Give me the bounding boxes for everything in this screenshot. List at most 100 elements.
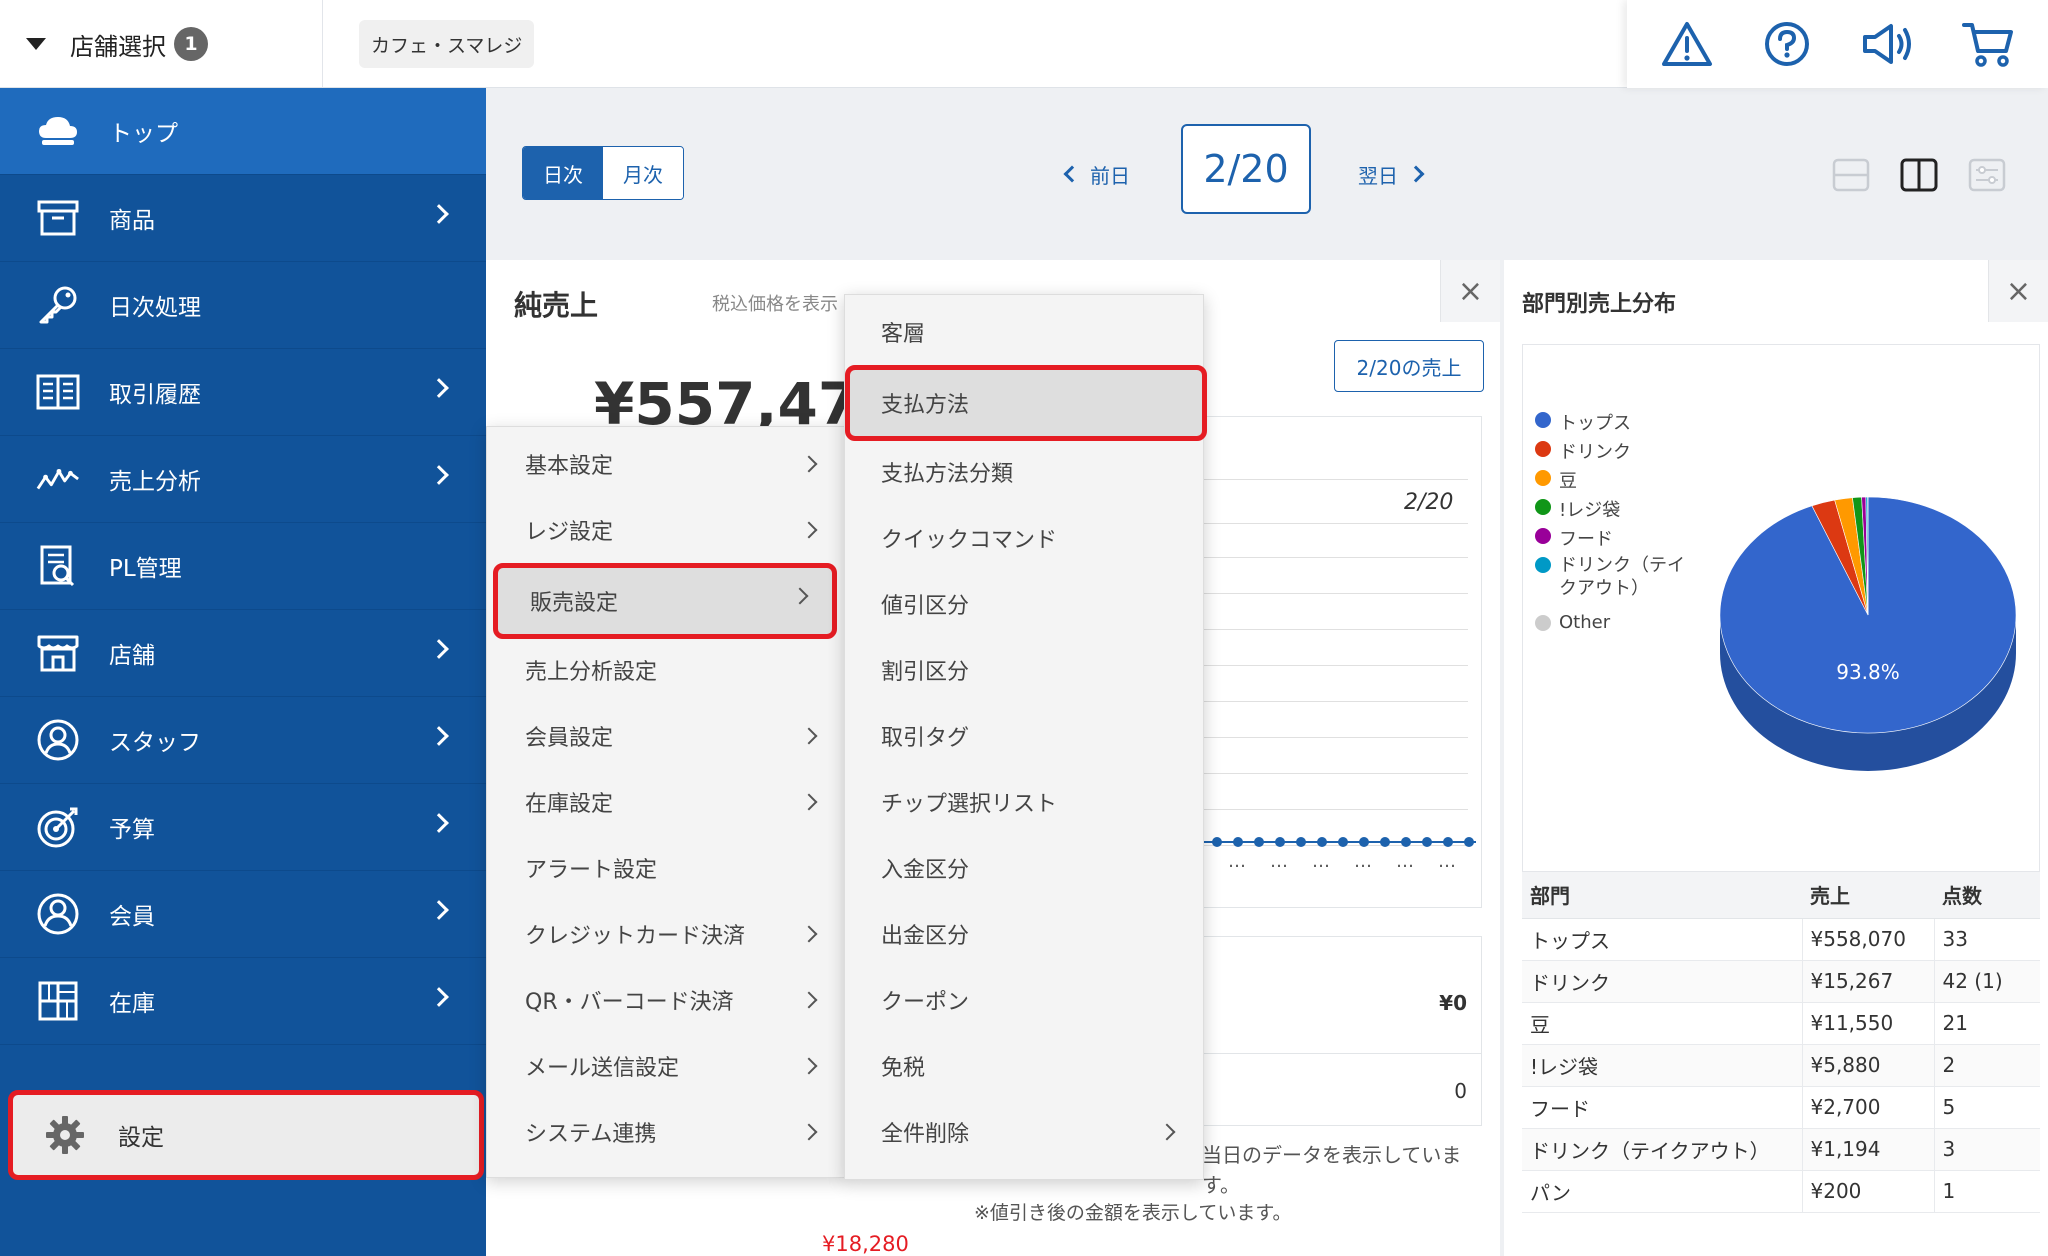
menu-item-discount-type[interactable]: 割引区分 <box>845 637 1205 703</box>
menu-item-label: 全件削除 <box>881 1122 970 1147</box>
table-cell-count: 1 <box>1934 1170 2040 1213</box>
table-header[interactable]: 売上 <box>1802 872 1934 919</box>
sidebar-item-top[interactable]: トップ <box>0 88 486 175</box>
menu-item-inventory-settings[interactable]: 在庫設定 <box>487 769 847 835</box>
cart-icon[interactable] <box>1958 14 2018 74</box>
store-select-dropdown[interactable]: 店舗選択 1 <box>0 0 323 88</box>
chart-legend: トップス ドリンク 豆 !レジ袋 フード ドリンク（テイクアウト） Other <box>1535 409 1689 641</box>
chevron-right-icon <box>800 455 818 473</box>
menu-item-basic-settings[interactable]: 基本設定 <box>487 431 847 497</box>
menu-item-quick-command[interactable]: クイックコマンド <box>845 505 1205 571</box>
legend-swatch <box>1535 499 1551 515</box>
legend-swatch <box>1535 412 1551 428</box>
table-cell-department: フード <box>1522 1086 1803 1129</box>
prev-day-link[interactable]: 前日 <box>1063 156 1130 192</box>
layout-rows-icon[interactable] <box>1832 156 1870 194</box>
menu-item-system-integration[interactable]: システム連携 <box>487 1099 847 1165</box>
series-point <box>1422 837 1432 847</box>
menu-item-label: 入金区分 <box>881 858 970 883</box>
sidebar-item-label: 予算 <box>109 817 155 843</box>
menu-item-member-settings[interactable]: 会員設定 <box>487 703 847 769</box>
menu-item-label: クレジットカード決済 <box>525 924 746 949</box>
table-header[interactable]: 部門 <box>1522 872 1802 919</box>
menu-item-label: 会員設定 <box>525 726 614 751</box>
layout-columns-icon[interactable] <box>1900 156 1938 194</box>
chevron-right-icon <box>800 727 818 745</box>
menu-item-label: メール送信設定 <box>525 1056 680 1081</box>
sidebar: トップ 商品 日次処理 取引履歴 売上分析 PL管理 店舗 スタッフ 予算 会員… <box>0 88 486 1256</box>
series-point <box>1464 837 1474 847</box>
legend-item: !レジ袋 <box>1535 496 1689 525</box>
cloud-icon <box>36 109 80 153</box>
department-sales-panel: 部門別売上分布 × トップス ドリンク 豆 !レジ袋 フード ドリンク（テイクア… <box>1504 260 2048 1256</box>
table-cell-count: 21 <box>1934 1002 2040 1045</box>
menu-item-payment-method[interactable]: 支払方法 <box>845 365 1207 441</box>
current-store-chip[interactable]: カフェ・スマレジ <box>359 20 535 68</box>
shop-icon <box>36 631 80 675</box>
menu-item-alert-settings[interactable]: アラート設定 <box>487 835 847 901</box>
table-row: フード ¥2,700 5 <box>1522 1086 2040 1129</box>
menu-item-tip-list[interactable]: チップ選択リスト <box>845 769 1205 835</box>
sidebar-item-products[interactable]: 商品 <box>0 175 486 262</box>
legend-item: トップス <box>1535 409 1689 438</box>
warning-icon[interactable] <box>1657 14 1717 74</box>
sidebar-item-inventory[interactable]: 在庫 <box>0 958 486 1045</box>
menu-item-mail-settings[interactable]: メール送信設定 <box>487 1033 847 1099</box>
menu-item-transaction-tag[interactable]: 取引タグ <box>845 703 1205 769</box>
close-icon[interactable]: × <box>1440 260 1500 322</box>
menu-item-label: クーポン <box>881 990 970 1015</box>
realtime-date-button[interactable]: 2/20の売上 <box>1334 340 1484 392</box>
table-header[interactable]: 点数 <box>1934 872 2040 919</box>
sidebar-item-members[interactable]: 会員 <box>0 871 486 958</box>
close-icon[interactable]: × <box>1988 260 2048 322</box>
realtime-chart-date: 2/20 <box>1404 490 1454 515</box>
help-icon[interactable] <box>1757 14 1817 74</box>
sidebar-item-budget[interactable]: 予算 <box>0 784 486 871</box>
menu-item-markdown-type[interactable]: 値引区分 <box>845 571 1205 637</box>
trend-icon <box>36 457 80 501</box>
summary-amount: ¥0 <box>1439 991 1467 1015</box>
menu-item-tax-free[interactable]: 免税 <box>845 1033 1205 1099</box>
sidebar-item-staff[interactable]: スタッフ <box>0 697 486 784</box>
menu-item-register-settings[interactable]: レジ設定 <box>487 497 847 563</box>
realtime-note: 当日のデータを表示しています。 <box>1202 1143 1462 1197</box>
menu-item-label: アラート設定 <box>525 858 658 883</box>
series-point <box>1233 837 1243 847</box>
store-count-badge: 1 <box>174 27 208 61</box>
sidebar-item-daily-process[interactable]: 日次処理 <box>0 262 486 349</box>
menu-item-qr-payment[interactable]: QR・バーコード決済 <box>487 967 847 1033</box>
megaphone-icon[interactable] <box>1858 14 1918 74</box>
menu-item-customer-type[interactable]: 客層 <box>845 299 1205 365</box>
menu-item-label: 支払方法 <box>881 393 970 418</box>
summary-count: 0 <box>1454 1079 1467 1103</box>
menu-item-deposit-type[interactable]: 入金区分 <box>845 835 1205 901</box>
department-table: 部門 売上 点数 トップス ¥558,070 33 ドリンク ¥15,267 42 (1)… <box>1522 872 2040 1213</box>
sidebar-item-transactions[interactable]: 取引履歴 <box>0 349 486 436</box>
menu-item-sales-settings[interactable]: 販売設定 <box>493 563 837 639</box>
monthly-tab[interactable]: 月次 <box>603 147 683 199</box>
menu-item-credit-card[interactable]: クレジットカード決済 <box>487 901 847 967</box>
legend-swatch <box>1535 470 1551 486</box>
series-point <box>1401 837 1411 847</box>
sidebar-item-label: PL管理 <box>109 556 182 582</box>
menu-item-payment-category[interactable]: 支払方法分類 <box>845 439 1205 505</box>
menu-item-label: クイックコマンド <box>881 528 1058 553</box>
next-day-link[interactable]: 翌日 <box>1358 156 1425 192</box>
series-point <box>1443 837 1453 847</box>
grid-icon <box>36 979 80 1023</box>
menu-item-delete-all[interactable]: 全件削除 <box>845 1099 1205 1165</box>
sidebar-item-sales-analysis[interactable]: 売上分析 <box>0 436 486 523</box>
chevron-right-icon <box>429 987 449 1007</box>
sidebar-item-pl[interactable]: PL管理 <box>0 523 486 610</box>
tax-toggle-label[interactable]: 税込価格を表示 <box>712 290 838 316</box>
menu-item-coupon[interactable]: クーポン <box>845 967 1205 1033</box>
date-selector[interactable]: 2/20 <box>1181 124 1311 214</box>
daily-tab[interactable]: 日次 <box>523 147 603 199</box>
sidebar-item-settings[interactable]: 設定 <box>8 1090 484 1180</box>
sidebar-item-stores[interactable]: 店舗 <box>0 610 486 697</box>
table-cell-department: ドリンク <box>1522 960 1803 1003</box>
menu-item-withdrawal-type[interactable]: 出金区分 <box>845 901 1205 967</box>
table-cell-department: パン <box>1522 1170 1803 1213</box>
layout-settings-icon[interactable] <box>1968 156 2006 194</box>
menu-item-analysis-settings[interactable]: 売上分析設定 <box>487 637 847 703</box>
